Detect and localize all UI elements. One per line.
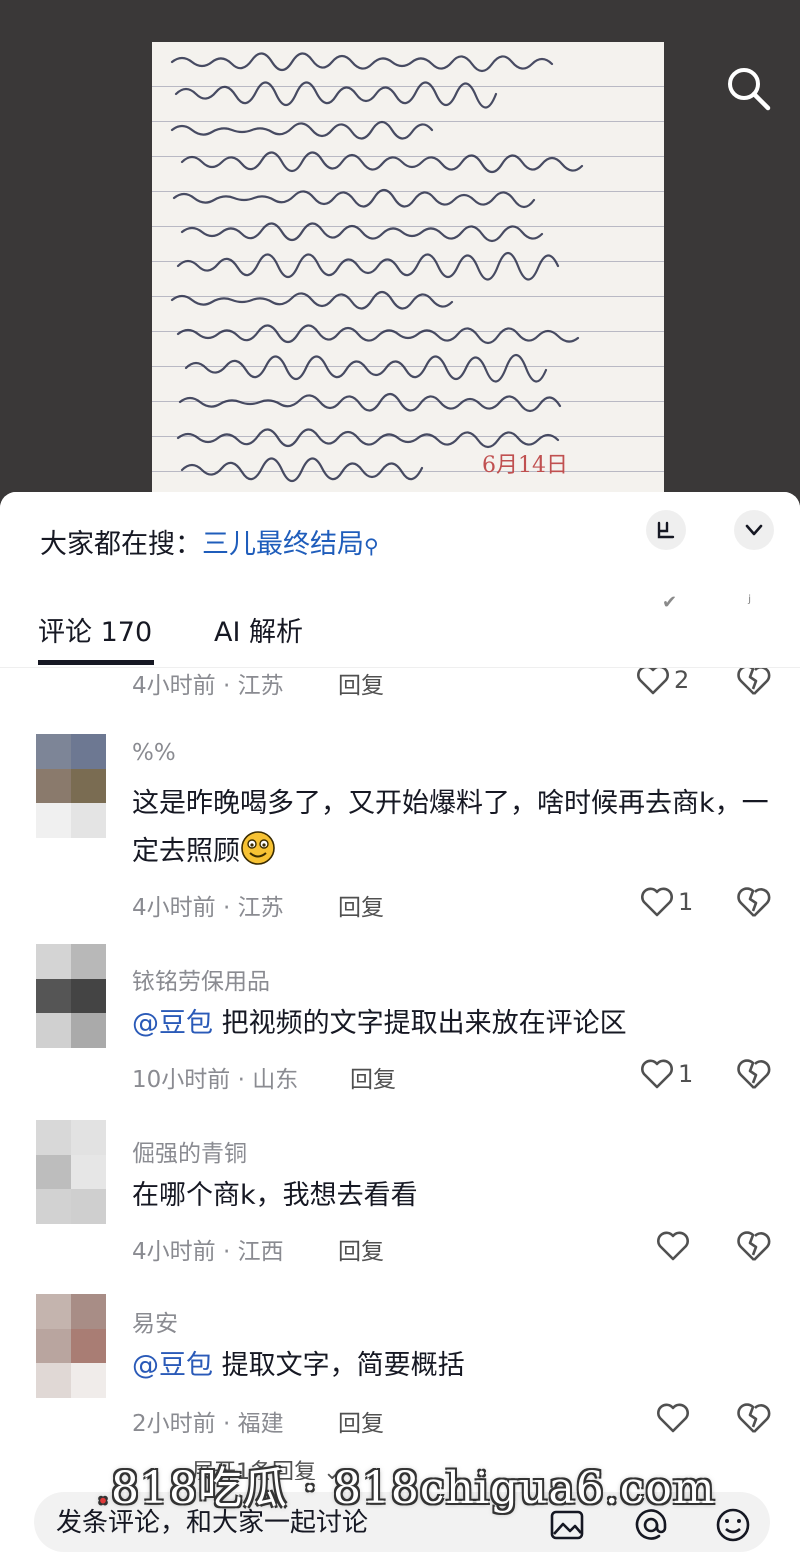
like-button[interactable] (656, 1398, 720, 1438)
video-player[interactable]: 6月14日 (0, 0, 800, 520)
tab-comments[interactable]: 评论 170 (38, 610, 152, 649)
like-button[interactable] (656, 1226, 720, 1266)
avatar[interactable] (36, 1294, 106, 1398)
reply-button[interactable]: 回复 (338, 666, 384, 700)
avatar[interactable] (36, 944, 106, 1048)
comment-text-content: 提取文字，简要概括 (213, 1350, 465, 1381)
active-tab-indicator (38, 660, 154, 665)
comment-panel: 4小时前 · 江苏 回复 2 %% 这是昨晚喝多了，又开始爆料了，啥时候再去商k… (0, 492, 800, 1552)
small-check-icon: ✔ (662, 592, 678, 613)
comment-meta: 4小时前 · 江苏 (132, 895, 284, 921)
comment-text: @豆包 把视频的文字提取出来放在评论区 (132, 1000, 772, 1048)
comment-meta: 4小时前 · 江西 (132, 1239, 284, 1265)
comment-meta: 4小时前 · 江苏 (132, 673, 284, 699)
like-count: 1 (678, 888, 694, 916)
grinning-emoji-icon (241, 831, 275, 865)
collapse-panel-button[interactable] (646, 510, 686, 550)
like-button[interactable]: 1 (640, 1054, 704, 1094)
hot-search-bar[interactable]: 大家都在搜：三儿最终结局⚲ (40, 522, 379, 561)
tab-ai-analysis[interactable]: AI 解析 (214, 610, 303, 649)
comment-text: 这是昨晚喝多了，又开始爆料了，啥时候再去商k，一定去照顾 (132, 780, 772, 876)
avatar[interactable] (36, 734, 106, 838)
handwritten-letter-image: 6月14日 (152, 42, 664, 512)
like-count: 1 (678, 1060, 694, 1088)
small-tick-icon: ʲ (748, 592, 752, 613)
letter-date: 6月14日 (482, 453, 568, 478)
comment-username[interactable]: 铱铭劳保用品 (132, 962, 270, 996)
site-watermark: .818吃瓜 · 818chigua6.com (96, 1463, 716, 1514)
avatar[interactable] (36, 1120, 106, 1224)
comment-text-content: 这是昨晚喝多了，又开始爆料了，啥时候再去商k，一定去照顾 (132, 788, 769, 867)
comment-text-content: 把视频的文字提取出来放在评论区 (213, 1008, 627, 1039)
emoji-icon[interactable] (714, 1506, 752, 1544)
heart-icon (641, 1059, 673, 1089)
search-button[interactable] (722, 62, 774, 114)
comment-text: @豆包 提取文字，简要概括 (132, 1342, 772, 1390)
comment-panel-header: 大家都在搜：三儿最终结局⚲ ✔ ʲ 评论 170 AI 解析 (0, 492, 800, 668)
comment-meta: 10小时前 · 山东 (132, 1067, 299, 1093)
chevron-down-icon (745, 524, 763, 536)
watermark-text: 818吃瓜 · 818chigua6.com (111, 1463, 716, 1514)
heart-icon (657, 1231, 689, 1261)
reply-button[interactable]: 回复 (338, 888, 384, 922)
search-icon (728, 68, 771, 111)
broken-heart-icon[interactable] (736, 1228, 772, 1264)
comment-username[interactable]: %% (132, 740, 176, 766)
comment-text: 在哪个商k，我想去看看 (132, 1180, 418, 1211)
heart-icon (637, 665, 669, 695)
close-panel-button[interactable] (734, 510, 774, 550)
broken-heart-icon[interactable] (736, 1400, 772, 1436)
reply-button[interactable]: 回复 (338, 1404, 384, 1438)
hot-search-keyword[interactable]: 三儿最终结局 (202, 529, 364, 560)
comment-meta: 2小时前 · 福建 (132, 1411, 284, 1437)
minimize-icon (657, 521, 675, 539)
broken-heart-icon[interactable] (736, 1056, 772, 1092)
mention-link[interactable]: @豆包 (132, 1350, 213, 1381)
mention-link[interactable]: @豆包 (132, 1008, 213, 1039)
like-count: 2 (674, 666, 690, 694)
hot-search-prefix: 大家都在搜： (40, 529, 202, 560)
handwriting-scribbles: 6月14日 (170, 52, 584, 483)
like-button[interactable]: 1 (640, 882, 704, 922)
reply-button[interactable]: 回复 (350, 1060, 396, 1094)
reply-button[interactable]: 回复 (338, 1232, 384, 1266)
broken-heart-icon[interactable] (736, 884, 772, 920)
heart-icon (657, 1403, 689, 1433)
comment-username[interactable]: 易安 (132, 1304, 178, 1338)
comment-username[interactable]: 倔强的青铜 (132, 1134, 247, 1168)
magnifier-icon: ⚲ (364, 534, 379, 558)
heart-icon (641, 887, 673, 917)
